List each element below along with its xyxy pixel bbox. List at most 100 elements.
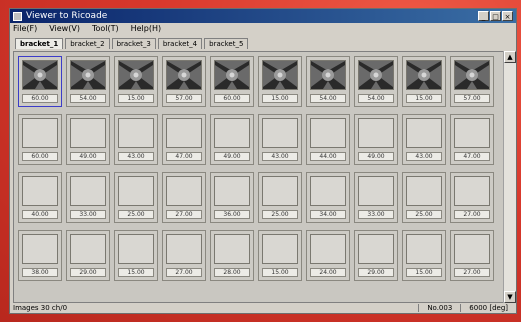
thumbnail-cell[interactable]: 15.00 (114, 56, 158, 107)
empty-frame (214, 118, 250, 148)
close-button[interactable]: × (502, 11, 513, 21)
thumbnail-cell[interactable]: 54.00 (306, 56, 350, 107)
thumbnail-cell[interactable]: 60.00 (18, 114, 62, 165)
thumbnail-cell[interactable]: 47.00 (450, 114, 494, 165)
cell-value: 49.00 (358, 152, 394, 161)
menu-file[interactable]: File(F) (13, 24, 37, 33)
cell-value: 25.00 (118, 210, 154, 219)
cell-value: 25.00 (262, 210, 298, 219)
empty-frame (118, 118, 154, 148)
tab-bracket-1[interactable]: bracket_1 (15, 38, 64, 49)
empty-frame (22, 118, 58, 148)
thumbnail-cell[interactable]: 43.00 (114, 114, 158, 165)
thumbnail-cell[interactable]: 33.00 (66, 172, 110, 223)
empty-frame (22, 176, 58, 206)
empty-frame (166, 176, 202, 206)
empty-frame (454, 118, 490, 148)
thumbnail-cell[interactable]: 44.00 (306, 114, 350, 165)
cell-value: 15.00 (118, 94, 154, 103)
cell-value: 15.00 (118, 268, 154, 277)
empty-frame (70, 176, 106, 206)
thumbnail-cell[interactable]: 49.00 (210, 114, 254, 165)
empty-frame (358, 176, 394, 206)
cell-value: 60.00 (22, 152, 58, 161)
thumbnail-cell[interactable]: 33.00 (354, 172, 398, 223)
empty-frame (406, 234, 442, 264)
thumbnail-cell[interactable]: 29.00 (66, 230, 110, 281)
thumbnail-cell[interactable]: 57.00 (450, 56, 494, 107)
thumbnail-cell[interactable]: 54.00 (66, 56, 110, 107)
thumbnail-cell[interactable]: 15.00 (258, 56, 302, 107)
empty-frame (70, 234, 106, 264)
vertical-scrollbar[interactable]: ▲ ▼ (503, 51, 516, 303)
thumbnail-cell[interactable]: 15.00 (402, 230, 446, 281)
menu-view[interactable]: View(V) (49, 24, 80, 33)
menu-bar: File(F) View(V) Tool(T) Help(H) (10, 23, 516, 34)
thumbnail-cell[interactable]: 60.00 (18, 56, 62, 107)
title-bar[interactable]: Viewer to Ricoade _ □ × (10, 9, 516, 23)
cell-value: 27.00 (454, 210, 490, 219)
status-bar: Images 30 ch/0 No.003 6000 [deg] (10, 302, 516, 313)
thumbnail-cell[interactable]: 28.00 (210, 230, 254, 281)
empty-frame (166, 118, 202, 148)
sample-image (454, 60, 490, 90)
thumbnail-cell[interactable]: 27.00 (162, 230, 206, 281)
thumbnail-cell[interactable]: 29.00 (354, 230, 398, 281)
tab-bracket-4[interactable]: bracket_4 (157, 38, 203, 49)
empty-frame (118, 176, 154, 206)
thumbnail-cell[interactable]: 27.00 (450, 172, 494, 223)
thumbnail-cell[interactable]: 47.00 (162, 114, 206, 165)
empty-frame (262, 234, 298, 264)
thumbnail-cell[interactable]: 25.00 (114, 172, 158, 223)
thumbnail-cell[interactable]: 25.00 (402, 172, 446, 223)
sample-image (406, 60, 442, 90)
thumbnail-cell[interactable]: 60.00 (210, 56, 254, 107)
empty-frame (406, 118, 442, 148)
cell-value: 25.00 (406, 210, 442, 219)
scroll-up-arrow-icon[interactable]: ▲ (504, 51, 516, 63)
thumbnail-cell[interactable]: 36.00 (210, 172, 254, 223)
maximize-button[interactable]: □ (490, 11, 501, 21)
thumbnail-cell[interactable]: 43.00 (258, 114, 302, 165)
thumbnail-cell[interactable]: 38.00 (18, 230, 62, 281)
tab-bracket-3[interactable]: bracket_3 (111, 38, 156, 49)
thumbnail-cell[interactable]: 27.00 (450, 230, 494, 281)
thumbnail-cell[interactable]: 15.00 (402, 56, 446, 107)
tab-bracket-5[interactable]: bracket_5 (204, 38, 249, 49)
app-icon (13, 11, 22, 21)
thumbnail-cell[interactable]: 25.00 (258, 172, 302, 223)
thumbnail-cell[interactable]: 27.00 (162, 172, 206, 223)
cell-value: 27.00 (166, 210, 202, 219)
thumbnail-cell[interactable]: 24.00 (306, 230, 350, 281)
empty-frame (118, 234, 154, 264)
thumbnail-cell[interactable]: 43.00 (402, 114, 446, 165)
empty-frame (166, 234, 202, 264)
thumbnail-row: 60.00 49.00 43.00 47.00 49.00 43.00 44.00 49.00… (18, 114, 494, 165)
thumbnail-cell[interactable]: 15.00 (114, 230, 158, 281)
thumbnail-grid: 60.00 54.00 15.00 57.00 60.00 15.00 54.00 54.00… (13, 51, 505, 303)
minimize-button[interactable]: _ (478, 11, 489, 21)
sample-image (358, 60, 394, 90)
menu-tool[interactable]: Tool(T) (92, 24, 119, 33)
thumbnail-row: 40.00 33.00 25.00 27.00 36.00 25.00 34.00 33.00… (18, 172, 494, 223)
cell-value: 38.00 (22, 268, 58, 277)
sample-image (22, 60, 58, 90)
thumbnail-cell[interactable]: 34.00 (306, 172, 350, 223)
cell-value: 33.00 (358, 210, 394, 219)
thumbnail-cell[interactable]: 49.00 (354, 114, 398, 165)
cell-value: 57.00 (454, 94, 490, 103)
thumbnail-cell[interactable]: 40.00 (18, 172, 62, 223)
bracket-tabs: bracket_1 bracket_2 bracket_3 bracket_4 … (10, 34, 516, 49)
thumbnail-cell[interactable]: 49.00 (66, 114, 110, 165)
empty-frame (358, 234, 394, 264)
menu-help[interactable]: Help(H) (131, 24, 162, 33)
tab-bracket-2[interactable]: bracket_2 (65, 38, 110, 49)
thumbnail-cell[interactable]: 57.00 (162, 56, 206, 107)
cell-value: 43.00 (406, 152, 442, 161)
thumbnail-cell[interactable]: 15.00 (258, 230, 302, 281)
cell-value: 15.00 (406, 268, 442, 277)
empty-frame (454, 234, 490, 264)
status-images: Images 30 ch/0 (13, 303, 68, 312)
empty-frame (310, 176, 346, 206)
thumbnail-cell[interactable]: 54.00 (354, 56, 398, 107)
